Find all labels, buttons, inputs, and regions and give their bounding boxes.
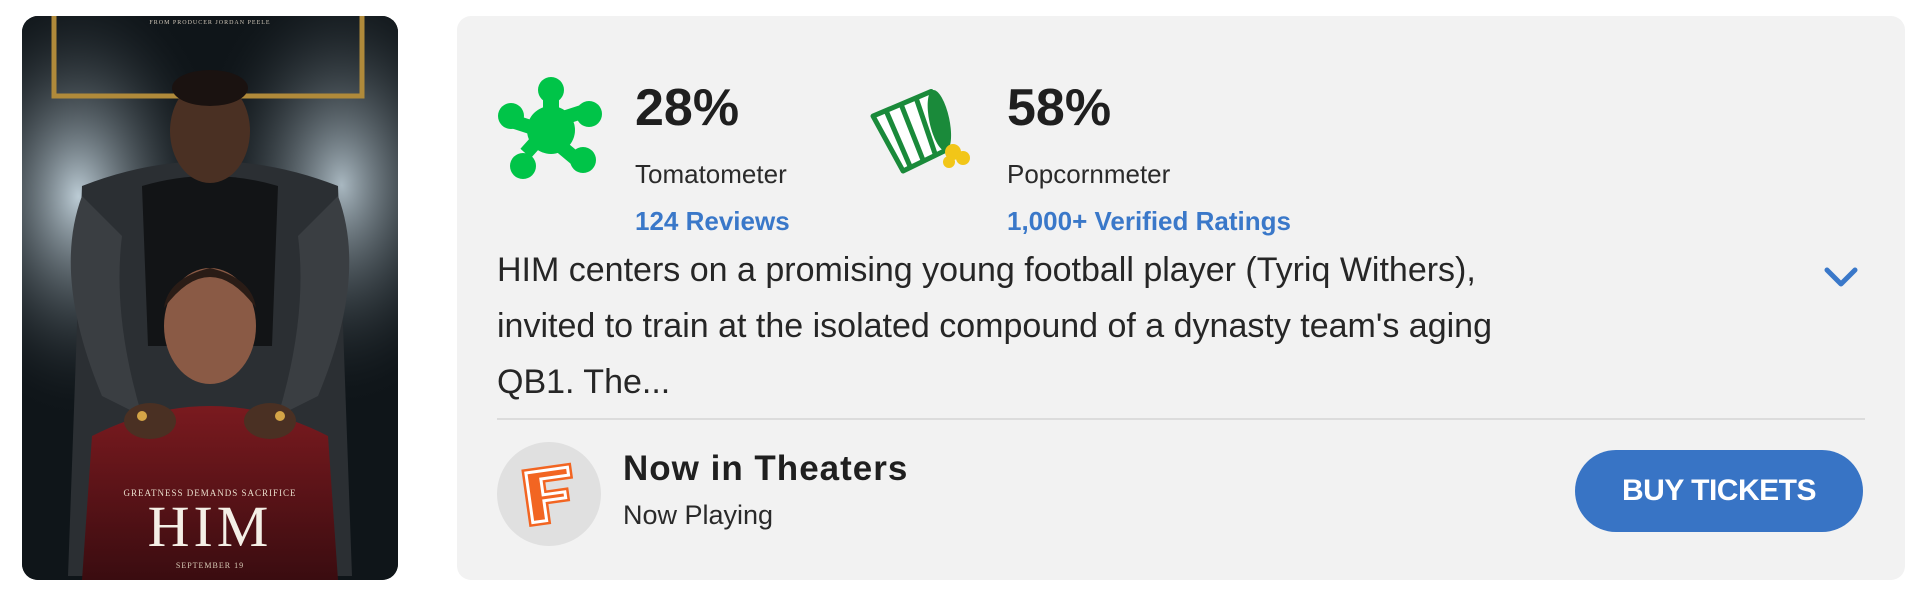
reviews-link[interactable]: 124 Reviews <box>635 206 790 237</box>
now-playing-label: Now Playing <box>623 500 774 530</box>
score-card: 28% Tomatometer 124 Reviews 58% Popcornm… <box>457 16 1905 580</box>
popcornmeter-label: Popcornmeter <box>1007 159 1171 189</box>
tomatometer-label: Tomatometer <box>635 159 787 189</box>
buy-tickets-button[interactable]: BUY TICKETS <box>1575 450 1863 532</box>
poster-image: GREATNESS DEMANDS SACRIFICE HIM SEPTEMBE… <box>22 16 398 580</box>
now-in-theaters-heading: Now in Theaters <box>623 449 909 488</box>
popcornmeter-score: 58% <box>1007 79 1112 137</box>
chevron-down-icon[interactable] <box>1819 256 1863 300</box>
fandango-icon <box>521 462 574 528</box>
fandango-logo <box>497 442 601 546</box>
synopsis-text: HIM centers on a promising young footbal… <box>497 251 1492 401</box>
verified-ratings-link[interactable]: 1,000+ Verified Ratings <box>1007 206 1291 237</box>
poster-credit: FROM PRODUCER JORDAN PEELE <box>149 20 270 26</box>
divider <box>497 418 1865 420</box>
movie-poster[interactable]: GREATNESS DEMANDS SACRIFICE HIM SEPTEMBE… <box>22 16 398 580</box>
poster-release: SEPTEMBER 19 <box>176 561 244 570</box>
poster-title: HIM <box>148 494 273 559</box>
splat-icon <box>498 77 602 179</box>
tomatometer-score: 28% <box>635 79 740 137</box>
tipped-popcorn-bucket-icon <box>870 88 970 174</box>
